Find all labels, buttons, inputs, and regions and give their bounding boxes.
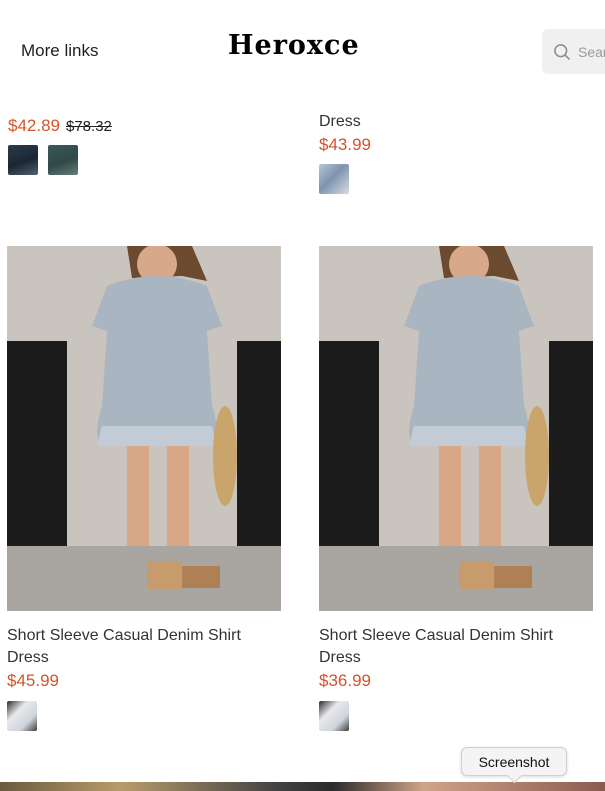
product-image[interactable] — [319, 246, 593, 611]
swatch-denim[interactable] — [319, 164, 349, 194]
price-row: $43.99 — [319, 135, 599, 155]
swatch-light-denim[interactable] — [7, 701, 37, 731]
color-swatches — [7, 701, 287, 731]
site-logo[interactable]: Heroxce — [228, 30, 360, 61]
search-box[interactable] — [542, 29, 605, 74]
product-name[interactable]: Short Sleeve Casual Denim Shirt Dress — [319, 625, 599, 669]
product-image[interactable] — [7, 246, 281, 611]
sale-price: $42.89 — [8, 116, 60, 135]
search-icon — [554, 43, 571, 60]
product-card[interactable]: Short Sleeve Casual Denim Shirt Dress $4… — [7, 246, 287, 731]
swatch-navy[interactable] — [8, 145, 38, 175]
site-header: More links Heroxce — [0, 0, 605, 100]
price-row: $42.89 $78.32 — [8, 116, 112, 136]
product-card-top-left[interactable]: $42.89 $78.32 — [8, 114, 112, 175]
swatch-teal[interactable] — [48, 145, 78, 175]
price-row: $45.99 — [7, 671, 287, 691]
price: $45.99 — [7, 671, 59, 690]
price: $36.99 — [319, 671, 371, 690]
price-row: $36.99 — [319, 671, 599, 691]
swatch-light-denim[interactable] — [319, 701, 349, 731]
search-input[interactable] — [578, 43, 605, 60]
color-swatches — [319, 164, 599, 194]
product-card[interactable]: Short Sleeve Casual Denim Shirt Dress $3… — [319, 246, 599, 731]
product-card-top-right[interactable]: Dress $43.99 — [319, 111, 599, 194]
product-name[interactable]: Dress — [319, 111, 599, 133]
color-swatches — [319, 701, 599, 731]
more-links-menu[interactable]: More links — [21, 41, 98, 61]
screenshot-tooltip: Screenshot — [461, 747, 567, 776]
compare-price: $78.32 — [66, 118, 112, 135]
color-swatches — [8, 145, 112, 175]
price: $43.99 — [319, 135, 371, 154]
product-name[interactable]: Short Sleeve Casual Denim Shirt Dress — [7, 625, 287, 669]
